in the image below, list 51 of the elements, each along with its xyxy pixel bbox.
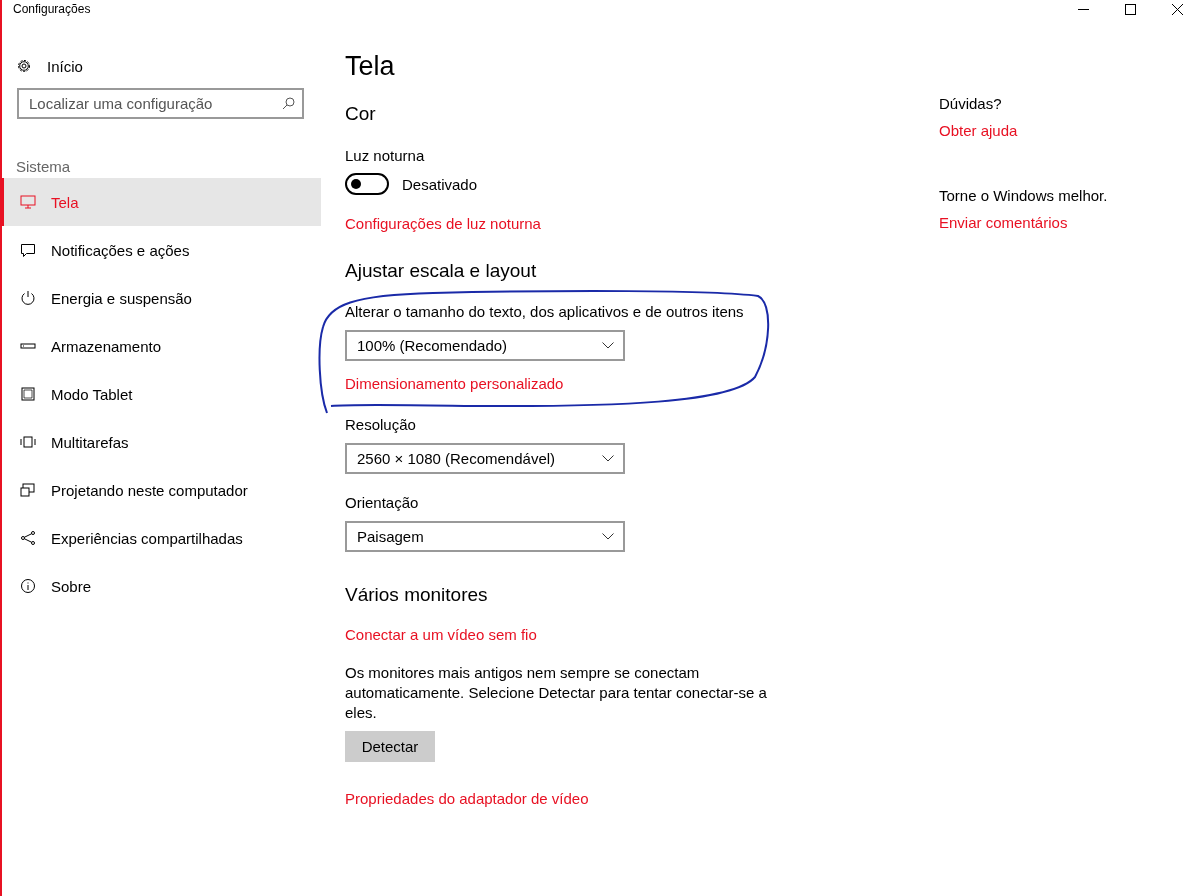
sidebar-item[interactable]: Armazenamento [2, 322, 321, 370]
section-label: Sistema [16, 158, 72, 177]
toggle-switch[interactable] [345, 173, 389, 195]
sidebar-item[interactable]: Projetando neste computador [2, 466, 321, 514]
search-icon [282, 97, 295, 110]
home-link[interactable]: Início [16, 56, 321, 76]
sidebar-item[interactable]: Notificações e ações [2, 226, 321, 274]
wireless-display-link[interactable]: Conectar a um vídeo sem fio [345, 626, 537, 643]
orientation-dropdown[interactable]: Paisagem [345, 521, 625, 552]
section-heading: Vários monitores [345, 584, 489, 606]
power-icon [20, 290, 36, 306]
toggle-state: Desativado [402, 175, 478, 193]
sidebar-item[interactable]: Multitarefas [2, 418, 321, 466]
sidebar-item[interactable]: Energia e suspensão [2, 274, 321, 322]
setting-label: Luz noturna [345, 147, 426, 166]
help-heading: Dúvidas? [939, 95, 1003, 114]
chevron-down-icon [602, 455, 614, 462]
setting-label: Alterar o tamanho do texto, dos aplicativos e de outros itens [345, 303, 745, 322]
chevron-down-icon [602, 342, 614, 349]
sidebar-item[interactable]: Sobre [2, 562, 321, 610]
feedback-heading: Torne o Windows melhor. [939, 187, 1108, 206]
section-heading: Cor [345, 103, 377, 125]
setting-label: Resolução [345, 416, 417, 435]
gear-icon [16, 58, 32, 74]
get-help-link[interactable]: Obter ajuda [939, 122, 1018, 139]
search-field[interactable]: Localizar uma configuração [17, 88, 304, 119]
page-title: Tela [345, 51, 396, 83]
feedback-link[interactable]: Enviar comentários [939, 214, 1068, 231]
custom-scaling-link[interactable]: Dimensionamento personalizado [345, 375, 564, 392]
info-text: Os monitores mais antigos nem sempre se conectam automaticamente. Selecione Detectar para tentar conectar-se a eles. [345, 663, 768, 723]
sidebar-item[interactable]: Modo Tablet [2, 370, 321, 418]
multitask-icon [20, 434, 36, 450]
section-heading: Ajustar escala e layout [345, 260, 538, 282]
sidebar-item[interactable]: Tela [2, 178, 321, 226]
share-icon [20, 530, 36, 546]
projector-icon [20, 482, 36, 498]
tablet-icon [20, 386, 36, 402]
window-title: Configurações [13, 2, 91, 16]
chevron-down-icon [602, 533, 614, 540]
sidebar-item[interactable]: Experiências compartilhadas [2, 514, 321, 562]
scale-dropdown[interactable]: 100% (Recomendado) [345, 330, 625, 361]
night-light-link[interactable]: Configurações de luz noturna [345, 215, 541, 232]
monitor-icon [20, 194, 36, 210]
close-icon[interactable] [1172, 4, 1183, 15]
maximize-icon[interactable] [1125, 4, 1136, 15]
detect-button[interactable]: Detectar [345, 731, 435, 762]
info-icon [20, 578, 36, 594]
speech-bubble-icon [20, 242, 36, 258]
adapter-properties-link[interactable]: Propriedades do adaptador de vídeo [345, 790, 589, 807]
setting-label: Orientação [345, 494, 420, 513]
resolution-dropdown[interactable]: 2560 × 1080 (Recomendável) [345, 443, 625, 474]
